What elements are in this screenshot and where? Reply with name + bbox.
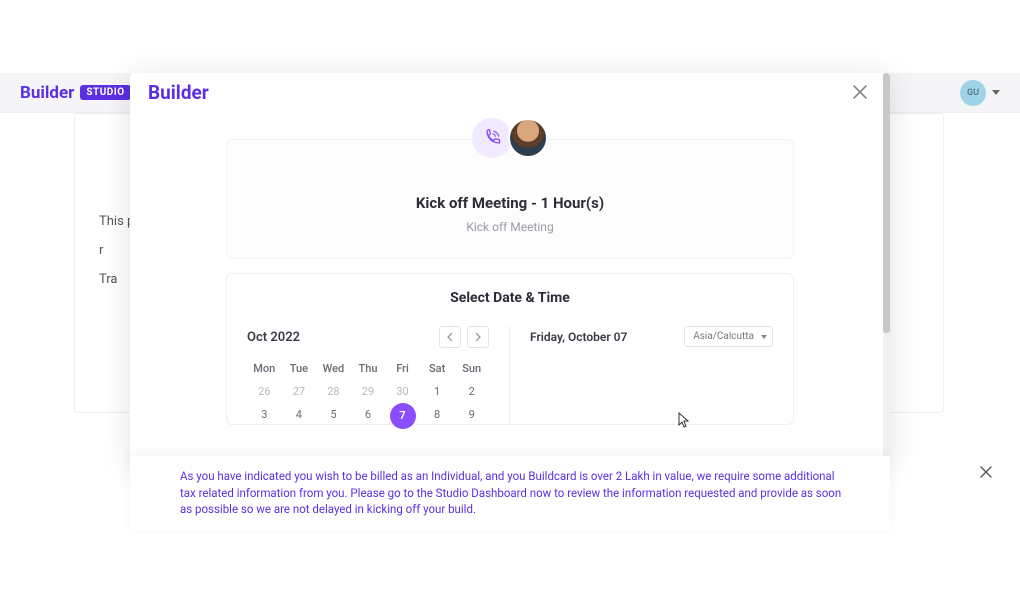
datetime-heading: Select Date & Time [227, 274, 793, 326]
time-panel: Friday, October 07 Asia/Calcutta [510, 326, 793, 424]
brand-logo: Builder STUDIO [20, 83, 131, 103]
calendar-day[interactable]: 3 [247, 408, 282, 424]
modal-brand: Builder [148, 81, 209, 104]
timezone-select[interactable]: Asia/Calcutta [684, 326, 773, 347]
timezone-value: Asia/Calcutta [693, 331, 754, 342]
next-month-button[interactable] [467, 326, 489, 348]
calendar-day: 29 [351, 385, 386, 398]
weekday-header: Mon [247, 362, 282, 375]
weekday-header: Wed [316, 362, 351, 375]
calendar-day[interactable]: 2 [454, 385, 489, 398]
weekday-header: Fri [385, 362, 420, 375]
calendar-day[interactable]: 6 [351, 408, 386, 424]
selected-date-label: Friday, October 07 [530, 330, 627, 344]
calendar-day[interactable]: 1 [420, 385, 455, 398]
calendar-panel: Oct 2022 MonTueWedThuFriSatSun26272829 [227, 326, 510, 424]
calendar-day[interactable]: 8 [420, 408, 455, 424]
avatar: GU [960, 80, 986, 106]
chevron-down-icon [992, 90, 1000, 95]
calendar-day[interactable]: 9 [454, 408, 489, 424]
schedule-modal: Builder Kick off Meeting - 1 [130, 73, 890, 463]
calendar-day-selected[interactable]: 7 [390, 403, 416, 429]
meeting-subtitle: Kick off Meeting [247, 220, 773, 234]
calendar-day: 30 [385, 385, 420, 398]
meeting-summary-card: Kick off Meeting - 1 Hour(s) Kick off Me… [226, 139, 794, 259]
prev-month-button[interactable] [439, 326, 461, 348]
brand-name: Builder [20, 83, 74, 103]
month-label: Oct 2022 [247, 330, 300, 345]
calendar-grid: MonTueWedThuFriSatSun2627282930123456789 [247, 362, 489, 424]
contact-avatar [508, 118, 548, 158]
weekday-header: Sun [454, 362, 489, 375]
calendar-day: 27 [282, 385, 317, 398]
datetime-card: Select Date & Time Oct 2022 [226, 273, 794, 425]
close-icon[interactable] [848, 80, 872, 104]
weekday-header: Sat [420, 362, 455, 375]
calendar-day[interactable]: 5 [316, 408, 351, 424]
calendar-day: 26 [247, 385, 282, 398]
scrollbar-thumb[interactable] [883, 73, 890, 333]
scrollbar-track[interactable] [883, 73, 890, 463]
weekday-header: Thu [351, 362, 386, 375]
calendar-day: 28 [316, 385, 351, 398]
meeting-title: Kick off Meeting - 1 Hour(s) [247, 194, 773, 212]
weekday-header: Tue [282, 362, 317, 375]
brand-badge: STUDIO [80, 85, 130, 100]
tax-notice-banner: As you have indicated you wish to be bil… [130, 456, 890, 530]
notice-text: As you have indicated you wish to be bil… [180, 468, 850, 518]
account-menu[interactable]: GU [960, 80, 1000, 106]
close-icon[interactable] [976, 462, 996, 482]
phone-icon [472, 118, 512, 158]
calendar-day[interactable]: 4 [282, 408, 317, 424]
chevron-down-icon [761, 335, 767, 339]
